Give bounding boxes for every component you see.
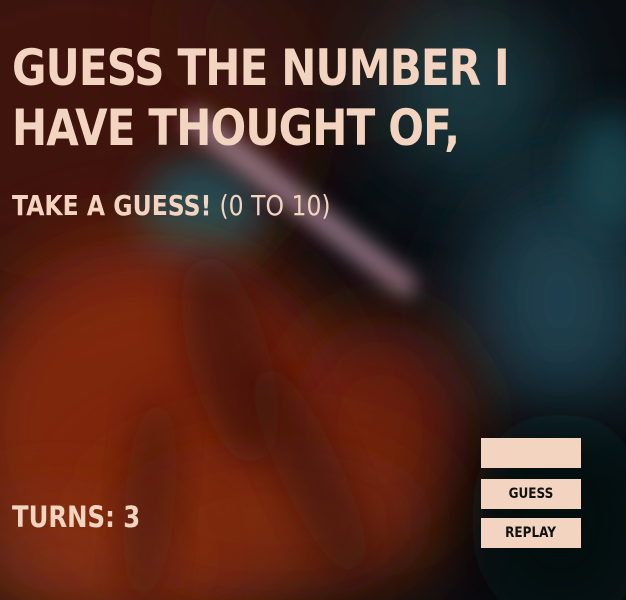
guess-button[interactable]: GUESS: [481, 479, 581, 509]
replay-button[interactable]: REPLAY: [481, 518, 581, 548]
replay-button-label: REPLAY: [505, 525, 557, 541]
guess-button-label: GUESS: [508, 486, 554, 502]
guess-prompt-text: TAKE A GUESS!: [12, 189, 212, 222]
guess-input[interactable]: [481, 438, 581, 468]
game-title: GUESS THE NUMBER I HAVE THOUGHT OF,: [12, 39, 510, 157]
number-range: (0 TO 10): [219, 189, 331, 222]
guess-prompt: TAKE A GUESS! (0 TO 10): [12, 189, 331, 223]
turns-counter: TURNS: 3: [12, 500, 141, 534]
